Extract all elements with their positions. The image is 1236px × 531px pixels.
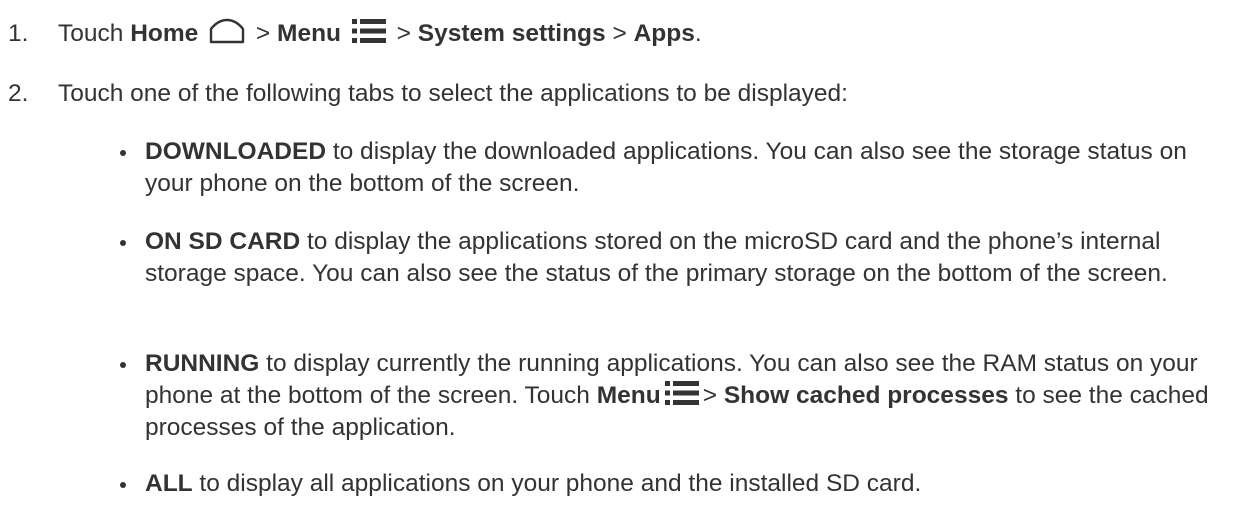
bullet-dot — [120, 150, 126, 156]
system-settings-label: System settings — [417, 20, 606, 47]
period: . — [694, 20, 702, 47]
bullet-text: DOWNLOADED to display the downloaded app… — [145, 136, 1220, 200]
list-item-on-sd-card: ON SD CARD to display the applications s… — [120, 226, 1220, 290]
list-item-all: ALL to display all applications on your … — [120, 468, 1220, 500]
bullet-text: ON SD CARD to display the applications s… — [145, 226, 1220, 290]
apps-label: Apps — [633, 20, 695, 47]
bullet-description: to display all applications on your phon… — [192, 470, 922, 497]
menu-label: Menu — [277, 20, 341, 47]
show-cached-label: Show cached processes — [723, 382, 1009, 409]
separator: > — [396, 20, 411, 47]
list-item-running: RUNNING to display currently the running… — [120, 348, 1220, 444]
menu-label: Menu — [596, 382, 661, 409]
bullet-dot — [120, 482, 126, 488]
separator: > — [702, 382, 718, 409]
bullet-text: ALL to display all applications on your … — [145, 468, 1220, 500]
step-text: Touch one of the following tabs to selec… — [58, 80, 848, 107]
list-item-downloaded: DOWNLOADED to display the downloaded app… — [120, 136, 1220, 200]
bullet-dot — [120, 362, 126, 368]
tab-name: RUNNING — [145, 350, 260, 377]
separator: > — [612, 20, 627, 47]
touch-text: Touch — [58, 20, 124, 47]
step-number: 2. — [8, 80, 29, 107]
tab-name: ALL — [145, 470, 193, 497]
home-icon — [209, 18, 245, 44]
bullet-text: RUNNING to display currently the running… — [145, 348, 1220, 444]
menu-icon — [664, 381, 699, 405]
tab-name: ON SD CARD — [145, 228, 301, 255]
separator: > — [255, 20, 271, 47]
bullet-dot — [120, 240, 126, 246]
step-number: 1. — [8, 20, 29, 47]
home-label: Home — [130, 20, 199, 47]
tab-name: DOWNLOADED — [145, 138, 327, 165]
step-text: Touch Home > Menu > System settings > Ap… — [58, 18, 702, 50]
menu-icon — [351, 19, 386, 43]
